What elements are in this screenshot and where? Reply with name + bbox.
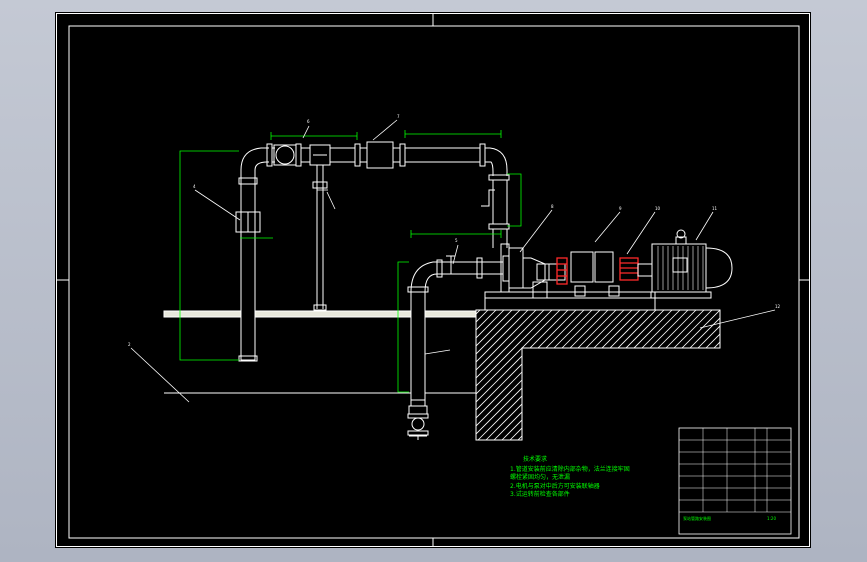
hatch-line bbox=[326, 310, 456, 440]
pipe-support bbox=[312, 165, 328, 311]
hatch-line bbox=[629, 310, 720, 440]
svg-text:10: 10 bbox=[655, 206, 661, 211]
hatch-line bbox=[254, 310, 384, 440]
electric-motor bbox=[637, 229, 733, 299]
hatch-line bbox=[525, 310, 657, 440]
hatch-line bbox=[246, 310, 376, 440]
hatch-line bbox=[613, 310, 720, 440]
svg-text:2: 2 bbox=[128, 342, 131, 347]
hatch-line bbox=[493, 310, 625, 440]
hatch-line bbox=[476, 310, 521, 440]
technical-notes: 技术要求 1.管道安装前应清除内部杂物，法兰连接牢固 螺栓紧固均匀，无泄漏 2.… bbox=[510, 455, 630, 498]
hatch-line bbox=[318, 310, 448, 440]
hatch-line bbox=[238, 310, 368, 440]
hatch-line bbox=[476, 310, 513, 440]
hatch-line bbox=[541, 310, 673, 440]
cad-viewport: 4 2 6 7 5 8 9 10 11 12 技术要求 1.管道安装前应清除内部杂物，法兰… bbox=[0, 0, 867, 562]
discharge-pipe bbox=[235, 141, 524, 362]
title-block-title: 泵站管路安装图 bbox=[683, 515, 711, 521]
hatch-line bbox=[334, 310, 464, 440]
hatch-line bbox=[476, 310, 505, 440]
notes-line-2: 螺栓紧固均匀，无泄漏 bbox=[510, 473, 570, 481]
notes-line-1: 1.管道安装前应清除内部杂物，法兰连接牢固 bbox=[510, 465, 630, 473]
drawing-sheet: 4 2 6 7 5 8 9 10 11 12 技术要求 1.管道安装前应清除内部杂物，法兰… bbox=[55, 12, 811, 548]
hatch-line bbox=[573, 310, 705, 440]
svg-text:12: 12 bbox=[775, 304, 781, 309]
inner-frame bbox=[68, 25, 800, 539]
hatch-line bbox=[605, 310, 720, 440]
suction-pipe bbox=[407, 255, 510, 440]
svg-text:5: 5 bbox=[455, 238, 458, 243]
pump-station-drawing: 4 2 6 7 5 8 9 10 11 12 技术要求 1.管道安装前应清除内部杂物，法兰… bbox=[56, 13, 810, 547]
hatch-line bbox=[476, 310, 545, 440]
hatch-line bbox=[509, 310, 641, 440]
hatch-line bbox=[476, 310, 593, 440]
hatch-line bbox=[557, 310, 689, 440]
svg-text:11: 11 bbox=[712, 206, 718, 211]
hatch-line bbox=[476, 310, 569, 440]
svg-text:6: 6 bbox=[307, 119, 310, 124]
hatch-line bbox=[262, 310, 392, 440]
coupling-red bbox=[556, 257, 639, 285]
hatch-line bbox=[294, 310, 424, 440]
hatch-line bbox=[476, 310, 553, 440]
hatch-line bbox=[286, 310, 416, 440]
title-block: 泵站管路安装图 1:20 bbox=[678, 427, 792, 535]
svg-text:7: 7 bbox=[397, 114, 400, 119]
hatch-line bbox=[206, 310, 336, 440]
hatch-line bbox=[589, 310, 720, 440]
hatch-line bbox=[278, 310, 408, 440]
outer-frame bbox=[56, 13, 810, 547]
dimension-lines bbox=[179, 130, 522, 393]
hatch-line bbox=[477, 310, 609, 440]
hatch-line bbox=[476, 310, 585, 440]
hatch-line bbox=[533, 310, 665, 440]
foundation bbox=[206, 309, 721, 441]
hatch-line bbox=[476, 310, 577, 440]
frame-center-marks bbox=[56, 13, 810, 547]
hatch-line bbox=[270, 310, 400, 440]
hatch-line bbox=[581, 310, 713, 440]
floor-slab bbox=[163, 310, 477, 318]
hatch-line bbox=[621, 310, 720, 440]
hatch-line bbox=[476, 310, 561, 440]
hatch-line bbox=[565, 310, 697, 440]
hatch-line bbox=[485, 310, 617, 440]
notes-line-4: 3.试运转前检查各部件 bbox=[510, 490, 570, 498]
notes-line-3: 2.电机与泵对中后方可安装联轴器 bbox=[510, 482, 600, 490]
svg-text:8: 8 bbox=[551, 204, 554, 209]
title-block-scale: 1:20 bbox=[767, 516, 776, 521]
svg-text:4: 4 bbox=[193, 184, 196, 189]
pump-unit bbox=[484, 251, 656, 310]
hatch-line bbox=[214, 310, 344, 440]
hatch-line bbox=[597, 310, 720, 440]
hatch-line bbox=[476, 310, 601, 440]
hatch-line bbox=[342, 310, 472, 440]
hatch-line bbox=[517, 310, 649, 440]
notes-title: 技术要求 bbox=[523, 455, 547, 463]
hatch-line bbox=[549, 310, 681, 440]
svg-text:9: 9 bbox=[619, 206, 622, 211]
hatch-line bbox=[637, 310, 720, 440]
